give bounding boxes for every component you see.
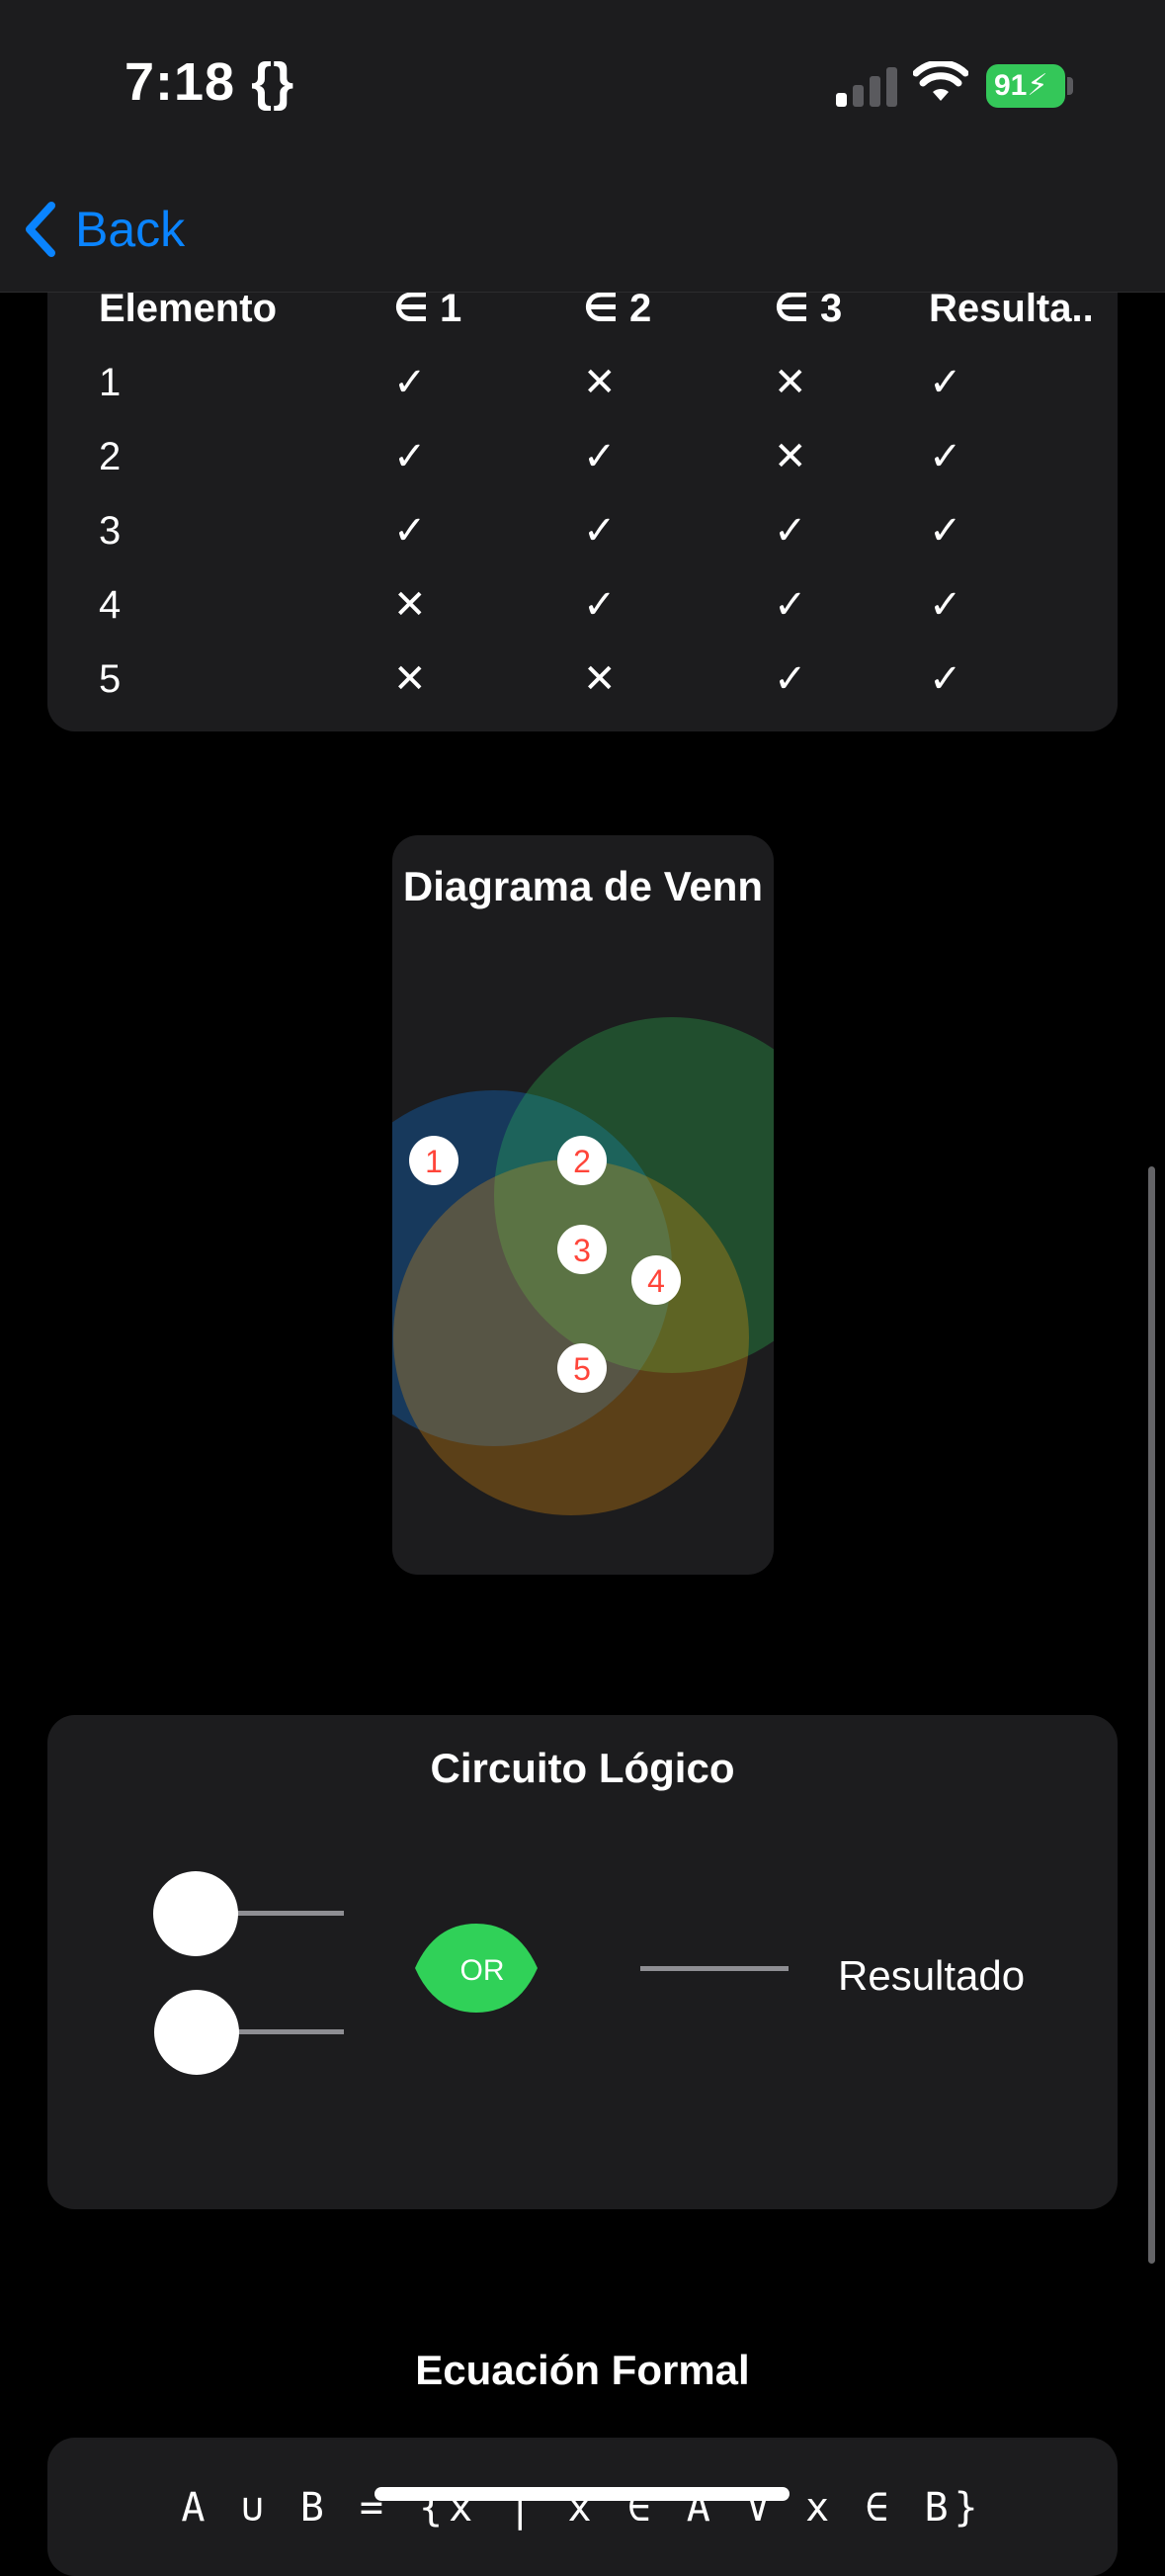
element-marker[interactable]: 1 xyxy=(409,1136,458,1185)
battery-cap xyxy=(1067,77,1073,95)
membership-cell: ✕ xyxy=(583,657,617,701)
element-marker[interactable]: 5 xyxy=(557,1343,607,1393)
element-marker[interactable]: 2 xyxy=(557,1136,607,1185)
output-label: Resultado xyxy=(838,1952,1026,1999)
table-row: 1 ✓ ✕ ✕ ✓ xyxy=(47,353,1118,412)
membership-cell: ✓ xyxy=(583,509,617,553)
result-cell: ✓ xyxy=(929,509,962,553)
navigation-bar: Back xyxy=(0,168,1165,293)
svg-text:2: 2 xyxy=(573,1144,591,1179)
scrollbar[interactable] xyxy=(1148,1166,1155,2264)
table-row: 4 ✕ ✓ ✓ ✓ xyxy=(47,575,1118,635)
input-b-toggle[interactable] xyxy=(154,1990,239,2075)
or-gate-label: OR xyxy=(460,1954,505,1987)
svg-text:1: 1 xyxy=(425,1144,443,1179)
back-label: Back xyxy=(75,202,186,257)
element-marker[interactable]: 3 xyxy=(557,1225,607,1274)
battery-icon: 91⚡ xyxy=(986,64,1065,108)
membership-cell: ✓ xyxy=(774,657,807,701)
result-cell: ✓ xyxy=(929,657,962,701)
svg-text:3: 3 xyxy=(573,1233,591,1268)
table-row: 2 ✓ ✓ ✕ ✓ xyxy=(47,427,1118,486)
back-button[interactable]: Back xyxy=(24,190,185,269)
status-time: 7:18 {} xyxy=(125,52,295,112)
or-gate: OR xyxy=(415,1924,538,2013)
membership-cell: ✕ xyxy=(393,583,427,627)
membership-cell: ✓ xyxy=(583,435,617,478)
result-cell: ✓ xyxy=(929,361,962,404)
element-cell: 5 xyxy=(99,657,122,701)
wifi-icon xyxy=(913,61,968,101)
element-cell: 1 xyxy=(99,361,122,404)
table-row: 3 ✓ ✓ ✓ ✓ xyxy=(47,501,1118,560)
element-cell: 3 xyxy=(99,509,122,553)
svg-text:4: 4 xyxy=(647,1263,665,1299)
result-cell: ✓ xyxy=(929,435,962,478)
result-cell: ✓ xyxy=(929,583,962,627)
cellular-signal-icon xyxy=(836,65,897,107)
membership-cell: ✓ xyxy=(393,361,427,404)
element-marker[interactable]: 4 xyxy=(631,1255,681,1305)
table-row: 5 ✕ ✕ ✓ ✓ xyxy=(47,649,1118,709)
circuit-title: Circuito Lógico xyxy=(430,1745,735,1791)
status-bar: 7:18 {} 91⚡ xyxy=(0,0,1165,168)
membership-cell: ✕ xyxy=(774,361,807,404)
membership-cell: ✓ xyxy=(393,435,427,478)
membership-cell: ✓ xyxy=(774,583,807,627)
logic-circuit-card: Circuito Lógico OR Resultado xyxy=(47,1715,1118,2209)
element-cell: 4 xyxy=(99,583,122,627)
element-cell: 2 xyxy=(99,435,122,478)
membership-cell: ✕ xyxy=(583,361,617,404)
equation-card: A ∪ B = {x | x ∈ A ∨ x ∈ B} xyxy=(47,2438,1118,2576)
membership-cell: ✓ xyxy=(583,583,617,627)
truth-table: Elemento ∈ 1 ∈ 2 ∈ 3 Resulta.. 1 ✓ ✕ ✕ ✓… xyxy=(47,237,1118,731)
input-a-toggle[interactable] xyxy=(153,1871,238,1956)
equation-title: Ecuación Formal xyxy=(415,2347,750,2393)
membership-cell: ✕ xyxy=(393,657,427,701)
home-indicator xyxy=(374,2487,790,2501)
venn-diagram-card: Diagrama de Venn 1 2 3 4 5 xyxy=(392,835,774,1575)
membership-cell: ✕ xyxy=(774,435,807,478)
venn-diagram: 1 2 3 4 5 xyxy=(392,1017,774,1515)
chevron-left-icon xyxy=(26,202,55,257)
membership-cell: ✓ xyxy=(393,509,427,553)
output-wire xyxy=(640,1966,789,1971)
battery-level: 91 xyxy=(994,69,1028,102)
set-c-circle xyxy=(393,1159,749,1515)
svg-text:5: 5 xyxy=(573,1351,591,1387)
membership-cell: ✓ xyxy=(774,509,807,553)
